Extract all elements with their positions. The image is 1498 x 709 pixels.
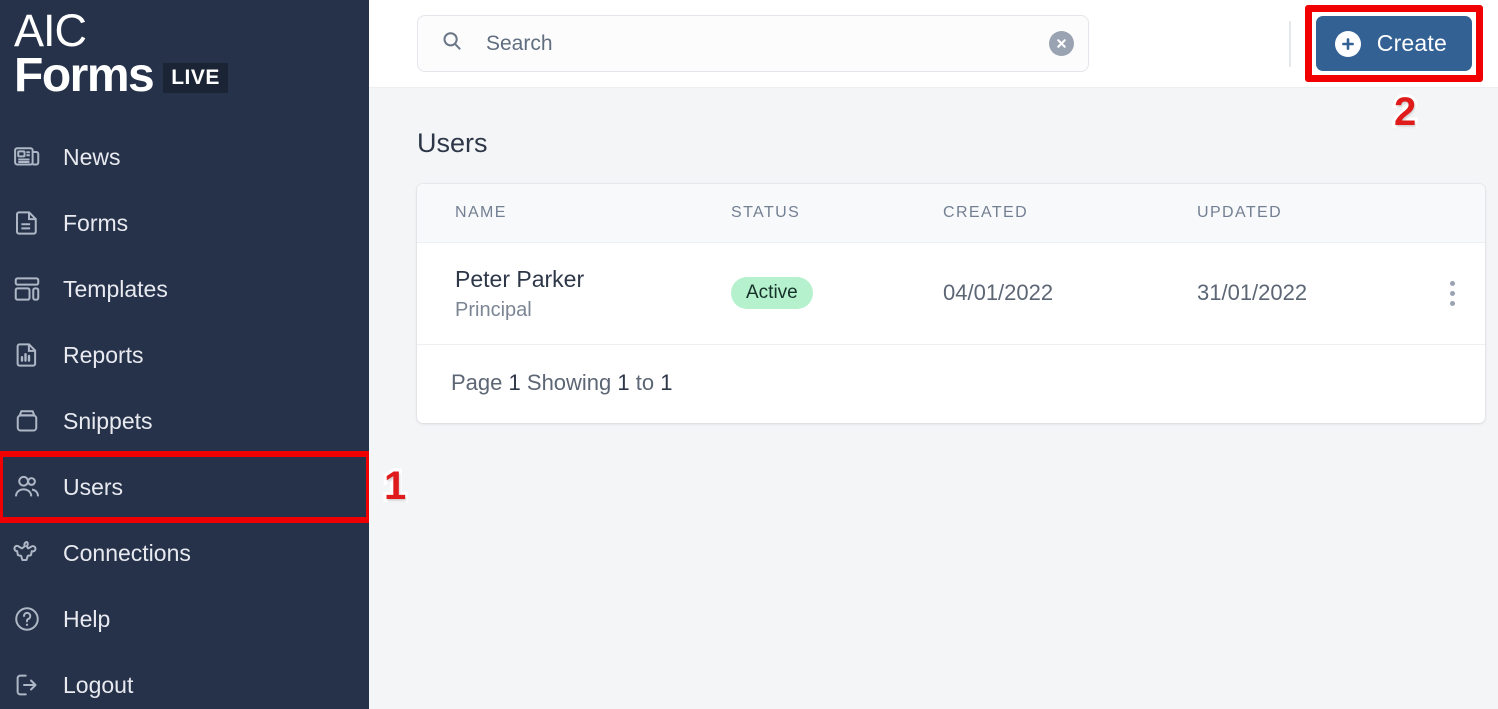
user-name: Peter Parker	[455, 266, 585, 292]
search-icon	[440, 29, 464, 58]
sidebar-item-label: Templates	[63, 275, 168, 302]
pagination-status: Page 1 Showing 1 to 1	[417, 345, 1485, 423]
content: Users NAME STATUS CREATED UPDATED Peter …	[369, 88, 1498, 423]
sidebar-item-label: Logout	[63, 671, 134, 698]
kebab-dot	[1449, 300, 1455, 306]
search-input[interactable]	[486, 31, 1049, 56]
cell-actions	[1419, 242, 1485, 345]
newspaper-icon	[12, 142, 42, 172]
sidebar-item-label: Users	[63, 473, 124, 500]
main-area: Create Users NAME STATUS CREATED UPDATED	[369, 0, 1498, 709]
kebab-menu-icon[interactable]	[1419, 280, 1485, 306]
chart-doc-icon	[12, 340, 42, 370]
pagination-separator: to	[635, 369, 655, 395]
puzzle-icon	[12, 538, 42, 568]
column-header-updated[interactable]: UPDATED	[1197, 184, 1419, 243]
question-circle-icon	[12, 604, 42, 634]
column-header-created[interactable]: CREATED	[943, 184, 1197, 243]
page-title: Users	[417, 128, 488, 158]
sidebar-item-templates[interactable]: Templates	[0, 256, 369, 322]
sidebar-item-connections[interactable]: Connections	[0, 520, 369, 586]
sidebar-item-label: News	[63, 143, 121, 170]
annotation-marker-2: 2	[1391, 89, 1419, 135]
document-icon	[12, 208, 42, 238]
pagination-page: 1	[508, 369, 521, 395]
annotation-marker-1: 1	[381, 463, 409, 509]
pagination-to: 1	[660, 369, 673, 395]
archive-icon	[12, 406, 42, 436]
brand-logo: AIC Forms LIVE	[0, 0, 369, 102]
users-icon	[12, 472, 42, 502]
app-root: AIC Forms LIVE News Forms Templates Repo…	[0, 0, 1498, 709]
sidebar-item-label: Help	[63, 605, 111, 632]
sidebar-item-label: Connections	[63, 539, 191, 566]
brand-line-1: AIC	[14, 5, 87, 56]
plus-circle-icon	[1334, 30, 1361, 57]
kebab-dot	[1449, 280, 1455, 286]
kebab-dot	[1449, 290, 1455, 296]
table-head: NAME STATUS CREATED UPDATED	[417, 184, 1485, 243]
status-badge: Active	[731, 277, 813, 310]
topbar: Create	[369, 0, 1498, 88]
sidebar-item-forms[interactable]: Forms	[0, 190, 369, 256]
column-header-actions	[1419, 184, 1485, 243]
sidebar-item-snippets[interactable]: Snippets	[0, 388, 369, 454]
layout-icon	[12, 274, 42, 304]
pagination-prefix: Page	[451, 369, 503, 395]
sidebar-item-news[interactable]: News	[0, 124, 369, 190]
sidebar-item-label: Reports	[63, 341, 144, 368]
create-button-highlight: Create	[1304, 5, 1483, 82]
search-container	[417, 15, 1089, 72]
table-body: Peter Parker Principal Active 04/01/2022…	[417, 242, 1485, 345]
search-box[interactable]	[417, 15, 1089, 72]
users-table: NAME STATUS CREATED UPDATED Peter Parker…	[417, 184, 1485, 345]
column-header-name[interactable]: NAME	[417, 184, 731, 243]
table-header-row: NAME STATUS CREATED UPDATED	[417, 184, 1485, 243]
cell-created: 04/01/2022	[943, 242, 1197, 345]
search-clear-button[interactable]	[1049, 31, 1074, 56]
sidebar-item-reports[interactable]: Reports	[0, 322, 369, 388]
sidebar-item-logout[interactable]: Logout	[0, 652, 369, 709]
sidebar-item-users[interactable]: Users	[0, 451, 369, 523]
sidebar-nav: News Forms Templates Reports Snippets Us…	[0, 124, 369, 709]
cell-name: Peter Parker Principal	[417, 242, 731, 345]
pagination-middle: Showing	[526, 369, 612, 395]
table-row[interactable]: Peter Parker Principal Active 04/01/2022…	[417, 242, 1485, 345]
brand-line-2: Forms	[14, 49, 155, 102]
create-button-label: Create	[1376, 30, 1447, 56]
users-table-card: NAME STATUS CREATED UPDATED Peter Parker…	[417, 184, 1485, 423]
sidebar-item-help[interactable]: Help	[0, 586, 369, 652]
column-header-status[interactable]: STATUS	[731, 184, 943, 243]
create-button[interactable]: Create	[1315, 16, 1472, 71]
sidebar-item-label: Forms	[63, 209, 129, 236]
sidebar-item-label: Snippets	[63, 407, 153, 434]
user-role: Principal	[455, 298, 532, 321]
pagination-from: 1	[617, 369, 630, 395]
cell-status: Active	[731, 242, 943, 345]
toolbar-divider	[1288, 20, 1291, 67]
sidebar: AIC Forms LIVE News Forms Templates Repo…	[0, 0, 369, 709]
topbar-actions: Create	[1288, 0, 1498, 88]
live-badge: LIVE	[163, 63, 228, 93]
cell-updated: 31/01/2022	[1197, 242, 1419, 345]
logout-icon	[12, 670, 42, 700]
